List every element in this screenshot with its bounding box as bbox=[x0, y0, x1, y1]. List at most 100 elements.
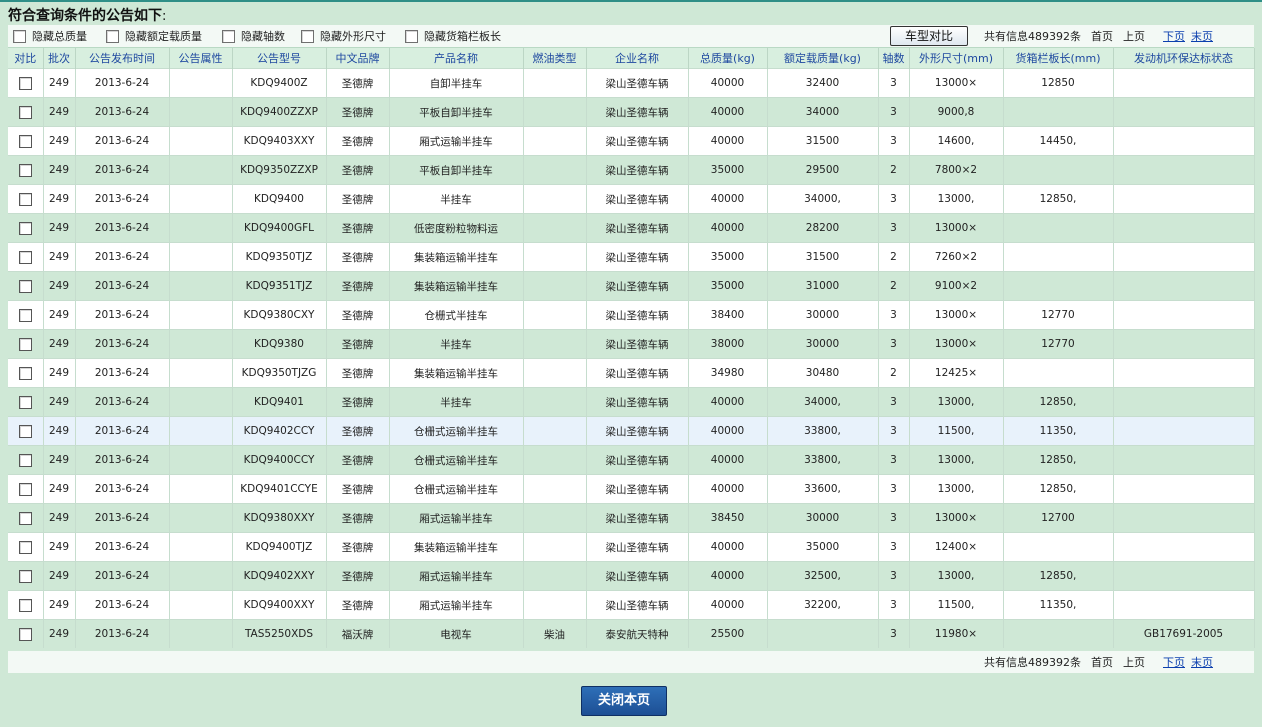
table-row[interactable]: 249 2013-6-24 KDQ9402XXY 圣德牌 厢式运输半挂车 梁山圣德车辆 40… bbox=[8, 561, 1255, 591]
pager-next-link[interactable]: 下页 bbox=[1163, 28, 1185, 44]
compare-cell[interactable] bbox=[8, 474, 44, 504]
row-compare-checkbox[interactable] bbox=[18, 337, 32, 351]
filter-hide-cargo-length[interactable]: 隐藏货箱栏板长 bbox=[405, 25, 501, 47]
table-cell: 30000 bbox=[767, 329, 879, 359]
filter-hide-rated-load[interactable]: 隐藏额定载质量 bbox=[106, 25, 202, 47]
footer-bar: 共有信息489392条 首页 上页 下页 末页 bbox=[8, 651, 1254, 673]
table-cell: 仓栅式运输半挂车 bbox=[389, 445, 524, 475]
table-cell: KDQ9350TJZ bbox=[232, 242, 327, 272]
close-page-button[interactable]: 关闭本页 bbox=[581, 686, 667, 716]
pager-first: 首页 bbox=[1091, 656, 1113, 669]
compare-cell[interactable] bbox=[8, 97, 44, 127]
compare-cell[interactable] bbox=[8, 68, 44, 98]
table-cell: 14450, bbox=[1003, 126, 1114, 156]
row-compare-checkbox[interactable] bbox=[18, 279, 32, 293]
table-row[interactable]: 249 2013-6-24 KDQ9400TJZ 圣德牌 集装箱运输半挂车 梁山圣德车辆 4… bbox=[8, 532, 1255, 562]
table-cell: 12850, bbox=[1003, 474, 1114, 504]
table-row[interactable]: 249 2013-6-24 KDQ9403XXY 圣德牌 厢式运输半挂车 梁山圣德车辆 40… bbox=[8, 126, 1255, 156]
table-cell: 13000× bbox=[909, 300, 1004, 330]
row-compare-checkbox[interactable] bbox=[18, 76, 32, 90]
table-cell bbox=[169, 387, 233, 417]
table-cell: 集装箱运输半挂车 bbox=[389, 242, 524, 272]
column-header: 燃油类型 bbox=[523, 48, 587, 69]
compare-cell[interactable] bbox=[8, 271, 44, 301]
table-row[interactable]: 249 2013-6-24 KDQ9401 圣德牌 半挂车 梁山圣德车辆 40000 3400… bbox=[8, 387, 1255, 417]
compare-cell[interactable] bbox=[8, 184, 44, 214]
table-cell: KDQ9350ZZXP bbox=[232, 155, 327, 185]
table-row[interactable]: 249 2013-6-24 KDQ9401CCYE 圣德牌 仓栅式运输半挂车 梁山圣德车辆… bbox=[8, 474, 1255, 504]
table-row[interactable]: 249 2013-6-24 KDQ9380 圣德牌 半挂车 梁山圣德车辆 38000 3000… bbox=[8, 329, 1255, 359]
table-cell: 35000 bbox=[688, 242, 768, 272]
top-rule bbox=[0, 0, 1262, 2]
row-compare-checkbox[interactable] bbox=[18, 482, 32, 496]
checkbox[interactable] bbox=[106, 29, 119, 43]
compare-cell[interactable] bbox=[8, 213, 44, 243]
table-cell: 低密度粉粒物料运 bbox=[389, 213, 524, 243]
table-row[interactable]: 249 2013-6-24 KDQ9400CCY 圣德牌 仓栅式运输半挂车 梁山圣德车辆 4… bbox=[8, 445, 1255, 475]
table-cell: 圣德牌 bbox=[326, 474, 390, 504]
table-row[interactable]: 249 2013-6-24 KDQ9400 圣德牌 半挂车 梁山圣德车辆 40000 3400… bbox=[8, 184, 1255, 214]
table-row[interactable]: 249 2013-6-24 KDQ9350TJZ 圣德牌 集装箱运输半挂车 梁山圣德车辆 3… bbox=[8, 242, 1255, 272]
compare-cell[interactable] bbox=[8, 532, 44, 562]
checkbox[interactable] bbox=[222, 29, 235, 43]
checkbox[interactable] bbox=[405, 29, 418, 43]
compare-cell[interactable] bbox=[8, 416, 44, 446]
row-compare-checkbox[interactable] bbox=[18, 540, 32, 554]
row-compare-checkbox[interactable] bbox=[18, 221, 32, 235]
row-compare-checkbox[interactable] bbox=[18, 250, 32, 264]
table-cell: 梁山圣德车辆 bbox=[586, 97, 689, 127]
table-cell: 249 bbox=[43, 68, 76, 98]
table-row[interactable]: 249 2013-6-24 KDQ9400ZZXP 圣德牌 平板自卸半挂车 梁山圣德车辆 4… bbox=[8, 97, 1255, 127]
row-compare-checkbox[interactable] bbox=[18, 163, 32, 177]
filter-hide-total-mass[interactable]: 隐藏总质量 bbox=[13, 25, 87, 47]
compare-cell[interactable] bbox=[8, 561, 44, 591]
compare-cell[interactable] bbox=[8, 358, 44, 388]
row-compare-checkbox[interactable] bbox=[18, 627, 32, 641]
compare-cell[interactable] bbox=[8, 590, 44, 620]
column-header: 轴数 bbox=[878, 48, 910, 69]
table-row[interactable]: 249 2013-6-24 KDQ9380CXY 圣德牌 仓栅式半挂车 梁山圣德车辆 384… bbox=[8, 300, 1255, 330]
compare-cell[interactable] bbox=[8, 387, 44, 417]
table-row[interactable]: 249 2013-6-24 KDQ9400Z 圣德牌 自卸半挂车 梁山圣德车辆 40000 3… bbox=[8, 68, 1255, 98]
table-row[interactable]: 249 2013-6-24 KDQ9400XXY 圣德牌 厢式运输半挂车 梁山圣德车辆 40… bbox=[8, 590, 1255, 620]
compare-cell[interactable] bbox=[8, 503, 44, 533]
compare-cell[interactable] bbox=[8, 126, 44, 156]
pager-last-link[interactable]: 末页 bbox=[1191, 654, 1213, 670]
row-compare-checkbox[interactable] bbox=[18, 192, 32, 206]
compare-cell[interactable] bbox=[8, 329, 44, 359]
pager-next-link[interactable]: 下页 bbox=[1163, 654, 1185, 670]
compare-cell[interactable] bbox=[8, 155, 44, 185]
row-compare-checkbox[interactable] bbox=[18, 308, 32, 322]
compare-cell[interactable] bbox=[8, 619, 44, 648]
compare-cell[interactable] bbox=[8, 300, 44, 330]
row-compare-checkbox[interactable] bbox=[18, 598, 32, 612]
checkbox[interactable] bbox=[301, 29, 314, 43]
table-cell: 12700 bbox=[1003, 503, 1114, 533]
table-cell: 249 bbox=[43, 561, 76, 591]
table-cell: 集装箱运输半挂车 bbox=[389, 532, 524, 562]
row-compare-checkbox[interactable] bbox=[18, 453, 32, 467]
row-compare-checkbox[interactable] bbox=[18, 366, 32, 380]
compare-cell[interactable] bbox=[8, 242, 44, 272]
compare-cell[interactable] bbox=[8, 445, 44, 475]
table-row[interactable]: 249 2013-6-24 KDQ9350TJZG 圣德牌 集装箱运输半挂车 梁山圣德车辆… bbox=[8, 358, 1255, 388]
checkbox[interactable] bbox=[13, 29, 26, 43]
table-row[interactable]: 249 2013-6-24 KDQ9351TJZ 圣德牌 集装箱运输半挂车 梁山圣德车辆 3… bbox=[8, 271, 1255, 301]
pager-last-link[interactable]: 末页 bbox=[1191, 28, 1213, 44]
row-compare-checkbox[interactable] bbox=[18, 134, 32, 148]
table-row[interactable]: 249 2013-6-24 KDQ9400GFL 圣德牌 低密度粉粒物料运 梁山圣德车辆 4… bbox=[8, 213, 1255, 243]
table-row[interactable]: 249 2013-6-24 KDQ9380XXY 圣德牌 厢式运输半挂车 梁山圣德车辆 38… bbox=[8, 503, 1255, 533]
row-compare-checkbox[interactable] bbox=[18, 395, 32, 409]
row-compare-checkbox[interactable] bbox=[18, 105, 32, 119]
filter-hide-dimensions[interactable]: 隐藏外形尺寸 bbox=[301, 25, 386, 47]
table-row[interactable]: 249 2013-6-24 KDQ9402CCY 圣德牌 仓栅式运输半挂车 梁山圣德车辆 4… bbox=[8, 416, 1255, 446]
filter-hide-axles[interactable]: 隐藏轴数 bbox=[222, 25, 285, 47]
table-cell: 40000 bbox=[688, 126, 768, 156]
compare-button[interactable]: 车型对比 bbox=[890, 26, 968, 46]
table-row[interactable]: 249 2013-6-24 TAS5250XDS 福沃牌 电视车 柴油 泰安航天特种 2550… bbox=[8, 619, 1255, 648]
row-compare-checkbox[interactable] bbox=[18, 569, 32, 583]
row-compare-checkbox[interactable] bbox=[18, 511, 32, 525]
table-cell bbox=[1113, 184, 1255, 214]
table-row[interactable]: 249 2013-6-24 KDQ9350ZZXP 圣德牌 平板自卸半挂车 梁山圣德车辆 3… bbox=[8, 155, 1255, 185]
row-compare-checkbox[interactable] bbox=[18, 424, 32, 438]
